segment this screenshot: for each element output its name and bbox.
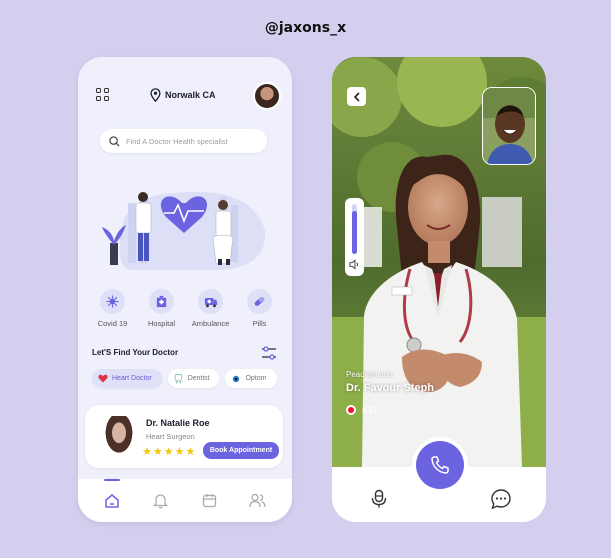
search-icon <box>109 135 120 147</box>
doctor-photo <box>102 416 136 458</box>
section-title: Let'S Find Your Doctor <box>92 348 179 357</box>
location-pin-icon <box>150 88 161 102</box>
chip-optometrist[interactable]: Optom <box>225 369 277 388</box>
search-input[interactable]: Find A Doctor Health specialist <box>126 137 228 146</box>
active-tab-indicator <box>104 479 120 481</box>
eye-icon <box>231 374 241 384</box>
chip-label: Optom <box>245 375 267 382</box>
users-icon[interactable] <box>249 492 267 510</box>
back-button[interactable] <box>347 87 366 106</box>
category-ambulance[interactable]: Ambulance <box>186 289 235 328</box>
chat-icon[interactable] <box>490 488 512 510</box>
user-avatar[interactable] <box>253 82 281 110</box>
category-label: Ambulance <box>191 319 230 328</box>
chip-dentist[interactable]: Dentist <box>167 369 220 388</box>
author-handle: @jaxons_x <box>264 20 347 36</box>
category-covid[interactable]: Covid 19 <box>88 289 137 328</box>
rating-stars: ★ ★ ★ ★ ★ <box>142 447 195 458</box>
star-icon: ★ <box>142 446 152 458</box>
category-hospital[interactable]: Hospital <box>137 289 186 328</box>
chip-label: Dentist <box>187 375 210 382</box>
location-selector[interactable]: Norwalk CA <box>150 88 216 102</box>
star-icon: ★ <box>174 446 185 458</box>
specialty-chips: Heart Doctor Dentist Optom <box>92 369 277 388</box>
video-call-screen: Peadiatrician Dr. Favour Steph 8:21 <box>332 57 546 522</box>
doctor-card[interactable]: Dr. Natalie Roe Heart Surgeon ★ ★ ★ ★ ★ … <box>85 405 283 468</box>
caller-name: Dr. Favour Steph <box>346 382 435 394</box>
record-icon <box>346 405 356 415</box>
doctor-role: Heart Surgeon <box>146 432 195 441</box>
phone-icon <box>431 456 449 474</box>
book-appointment-button[interactable]: Book Appointment <box>203 442 279 459</box>
call-button-ring <box>412 437 468 493</box>
category-list: Covid 19 Hospital Ambulance Pills <box>88 289 284 328</box>
virus-icon <box>100 289 125 314</box>
category-label: Covid 19 <box>97 319 128 328</box>
end-call-button[interactable] <box>416 441 464 489</box>
star-icon: ★ <box>185 446 196 458</box>
chevron-left-icon <box>353 91 360 102</box>
self-view-video[interactable] <box>482 87 536 165</box>
filter-icon[interactable] <box>261 346 277 360</box>
category-label: Pills <box>252 319 267 328</box>
call-duration: 8:21 <box>362 405 378 415</box>
microphone-icon[interactable] <box>370 489 388 509</box>
volume-level <box>352 211 357 254</box>
chip-label: Heart Doctor <box>112 375 152 382</box>
menu-grid-icon[interactable] <box>96 88 110 102</box>
location-label: Norwalk CA <box>165 90 216 100</box>
home-icon[interactable] <box>103 492 121 510</box>
chip-heart-doctor[interactable]: Heart Doctor <box>92 369 162 388</box>
doctor-specialty: Peadiatrician <box>346 370 393 379</box>
search-bar[interactable]: Find A Doctor Health specialist <box>100 129 267 153</box>
call-controls <box>332 437 546 522</box>
doctors-illustration <box>102 191 266 270</box>
bottom-tab-bar <box>78 479 292 522</box>
self-view-image <box>483 88 535 164</box>
bell-icon[interactable] <box>152 492 170 510</box>
speaker-icon <box>349 259 358 270</box>
home-screen: Norwalk CA Find A Doctor Health speciali… <box>78 57 292 522</box>
star-icon: ★ <box>163 446 174 458</box>
category-label: Hospital <box>147 319 176 328</box>
category-pills[interactable]: Pills <box>235 289 284 328</box>
tooth-icon <box>174 373 184 384</box>
heart-icon <box>98 374 108 384</box>
star-icon: ★ <box>152 446 163 458</box>
calendar-icon[interactable] <box>200 492 218 510</box>
hospital-icon <box>149 289 174 314</box>
doctor-name: Dr. Natalie Roe <box>146 418 210 428</box>
call-timer: 8:21 <box>346 403 378 417</box>
ambulance-icon <box>198 289 223 314</box>
volume-slider[interactable] <box>345 198 364 276</box>
pill-icon <box>247 289 272 314</box>
